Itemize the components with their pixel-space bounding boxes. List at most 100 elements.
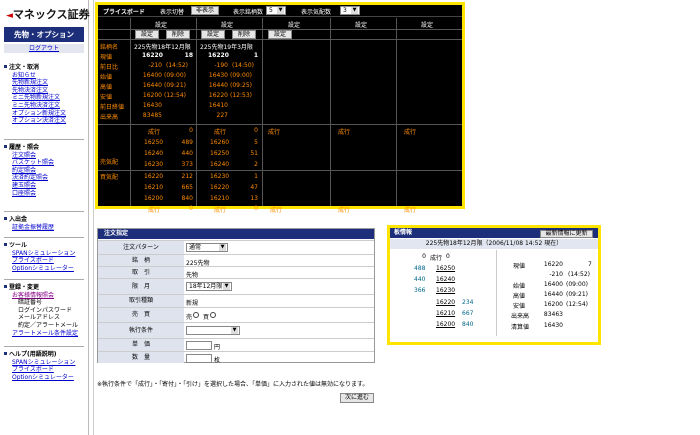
depth-label: 表示気配数 [301, 9, 332, 16]
order-month-select[interactable]: 18年12月限 [186, 282, 232, 291]
order-pattern-select[interactable]: 通常 [186, 243, 228, 252]
stat-label: 始値 [513, 283, 526, 290]
col1-prev: 16430 [142, 102, 162, 109]
buy-radio[interactable] [210, 312, 216, 318]
nav-sub-pin[interactable]: 暗証番号 [4, 299, 88, 307]
quantity-input[interactable] [186, 354, 212, 363]
row-label-name: 銘柄名 [100, 44, 119, 51]
nav-sub-email[interactable]: メールアドレス [4, 314, 88, 322]
col1-ask-qty: 0 [189, 127, 193, 134]
nav-link-mini-new[interactable]: ミニ先物新規注文 [4, 94, 88, 102]
book-bid-qty: 234 [462, 299, 474, 306]
order-row-side: 売 買 売 買 [98, 307, 374, 322]
nav-link-margin-history[interactable]: 証拠金振替履歴 [4, 224, 88, 232]
col1-name[interactable]: 225先物18年12月限 [134, 42, 191, 51]
sell-radio[interactable] [193, 312, 199, 318]
nav-link-position-inquiry[interactable]: 建玉照会 [4, 182, 88, 190]
nav-sub-exec-alert-mail[interactable]: 約定／アラートメール [4, 322, 88, 330]
delete-button[interactable]: 削除 [166, 30, 190, 39]
order-label: 限 月 [98, 279, 184, 294]
col2-ask-price[interactable]: 16250 [210, 150, 229, 157]
book-price[interactable]: 16210 [436, 310, 455, 317]
order-form-header: 注文指定 [98, 229, 374, 239]
count-select[interactable]: 5 [266, 6, 286, 15]
grid-line [396, 18, 397, 206]
nav-link-option-close[interactable]: オプション決済注文 [4, 117, 88, 125]
col1-ask-price[interactable]: 成行 [148, 127, 160, 136]
book-bid-qty: 0 [446, 253, 450, 260]
nav-group-title: ヘルプ(用語説明) [4, 351, 88, 359]
nav-link-help-option-sim[interactable]: Optionシミュレーター [4, 374, 88, 382]
toggle-label: 表示切替 [160, 9, 185, 16]
col1-low-time: (12:54) [164, 92, 186, 99]
delete-button[interactable]: 削除 [232, 30, 256, 39]
grid-line [98, 170, 462, 171]
nav-link-alert-settings[interactable]: アラートメール条件設定 [4, 330, 88, 338]
col2-change-time: (14:50) [232, 62, 254, 69]
nav-group-history: 履歴・照会 注文照会 バスケット照会 約定照会 決済約定照会 建玉照会 口座照会 [4, 144, 88, 197]
nav-link-mini-close[interactable]: ミニ先物決済注文 [4, 102, 88, 110]
order-row-month: 限 月 18年12月限 [98, 278, 374, 294]
grid-line [330, 18, 331, 206]
stat-value: 16440 [543, 291, 563, 298]
col2-ask-price[interactable]: 16260 [210, 139, 229, 146]
stat-label: 清算値 [511, 324, 530, 331]
book-price[interactable]: 16250 [436, 265, 455, 272]
col2-bid-price[interactable]: 成行 [214, 205, 226, 214]
buy-radio-label: 買 [203, 314, 210, 321]
next-button[interactable]: 次に進む [340, 393, 374, 403]
stat-value: 16430 [543, 322, 563, 329]
nav-link-customer-info[interactable]: お客様情報照会 [4, 292, 88, 300]
col1-bid-price[interactable]: 成行 [148, 205, 160, 214]
order-label: 取 引 [98, 267, 184, 278]
col2-bid-price[interactable]: 16220 [210, 184, 229, 191]
nav-link-basket-inquiry[interactable]: バスケット照会 [4, 159, 88, 167]
book-price[interactable]: 16240 [436, 276, 455, 283]
setting-button[interactable]: 設定 [201, 30, 225, 39]
col2-ask-price[interactable]: 成行 [214, 127, 226, 136]
condition-select[interactable] [186, 326, 240, 335]
setting-button[interactable]: 設定 [268, 30, 292, 39]
col2-name[interactable]: 225先物19年3月限 [200, 42, 253, 51]
nav-link-option-sim[interactable]: Optionシミュレーター [4, 265, 88, 273]
nav-group-order: 注文・取消 お知らせ 先物新規注文 先物決済注文 ミニ先物新規注文 ミニ先物決済… [4, 64, 88, 125]
nav-link-help-priceboard[interactable]: プライスボード [4, 366, 88, 374]
nav-link-futures-new[interactable]: 先物新規注文 [4, 79, 88, 87]
book-price[interactable]: 16220 [436, 299, 455, 306]
book-bid-qty: 840 [462, 321, 474, 328]
col2-bid-price[interactable]: 16230 [210, 173, 229, 180]
col2-high-time: (09:25) [230, 82, 252, 89]
setting-button[interactable]: 設定 [135, 30, 159, 39]
col1-bid-price[interactable]: 16210 [144, 184, 163, 191]
nav-link-settle-inquiry[interactable]: 決済約定照会 [4, 174, 88, 182]
refresh-button[interactable]: 最新情報に更新 [540, 230, 593, 238]
logout-link[interactable]: ログアウト [4, 44, 84, 53]
book-ask-qty: 488 [414, 265, 426, 272]
book-price[interactable]: 16230 [436, 287, 455, 294]
depth-select[interactable]: 3 [340, 6, 360, 15]
col1-bid-price[interactable]: 16200 [144, 195, 163, 202]
hide-button[interactable]: 非表示 [191, 6, 219, 15]
col1-ask-price[interactable]: 16250 [144, 139, 163, 146]
nav-sub-login-password[interactable]: ログインパスワード [4, 307, 88, 315]
col1-ask-price[interactable]: 16230 [144, 161, 163, 168]
col1-bid-price[interactable]: 16220 [144, 173, 163, 180]
col1-bid-qty: 665 [181, 184, 193, 191]
price-input[interactable] [186, 341, 212, 350]
col1-ask-qty: 373 [181, 161, 193, 168]
sell-quote-label: 売気配 [100, 159, 119, 166]
col1-ask-price[interactable]: 16240 [144, 150, 163, 157]
col1-price-vol: 18 [184, 52, 193, 59]
section-tab[interactable]: 先物・オプション [4, 27, 84, 42]
order-label: 取引種類 [98, 295, 184, 307]
col2-bid-price[interactable]: 16210 [210, 195, 229, 202]
col2-ask-price[interactable]: 16240 [210, 161, 229, 168]
order-row-qty: 数 量 枚 [98, 351, 374, 364]
row-label-open: 始値 [100, 74, 113, 81]
book-info-subheader: 225先物18年12月限（2006/11/08 14:52 現在） [390, 239, 598, 249]
book-info-panel: 板情報 最新情報に更新 225先物18年12月限（2006/11/08 14:5… [387, 225, 601, 345]
nav-link-account-inquiry[interactable]: 口座照会 [4, 190, 88, 198]
book-price[interactable]: 16200 [436, 321, 455, 328]
order-label: 注文パターン [98, 241, 184, 254]
nav-link-priceboard[interactable]: プライスボード [4, 257, 88, 265]
